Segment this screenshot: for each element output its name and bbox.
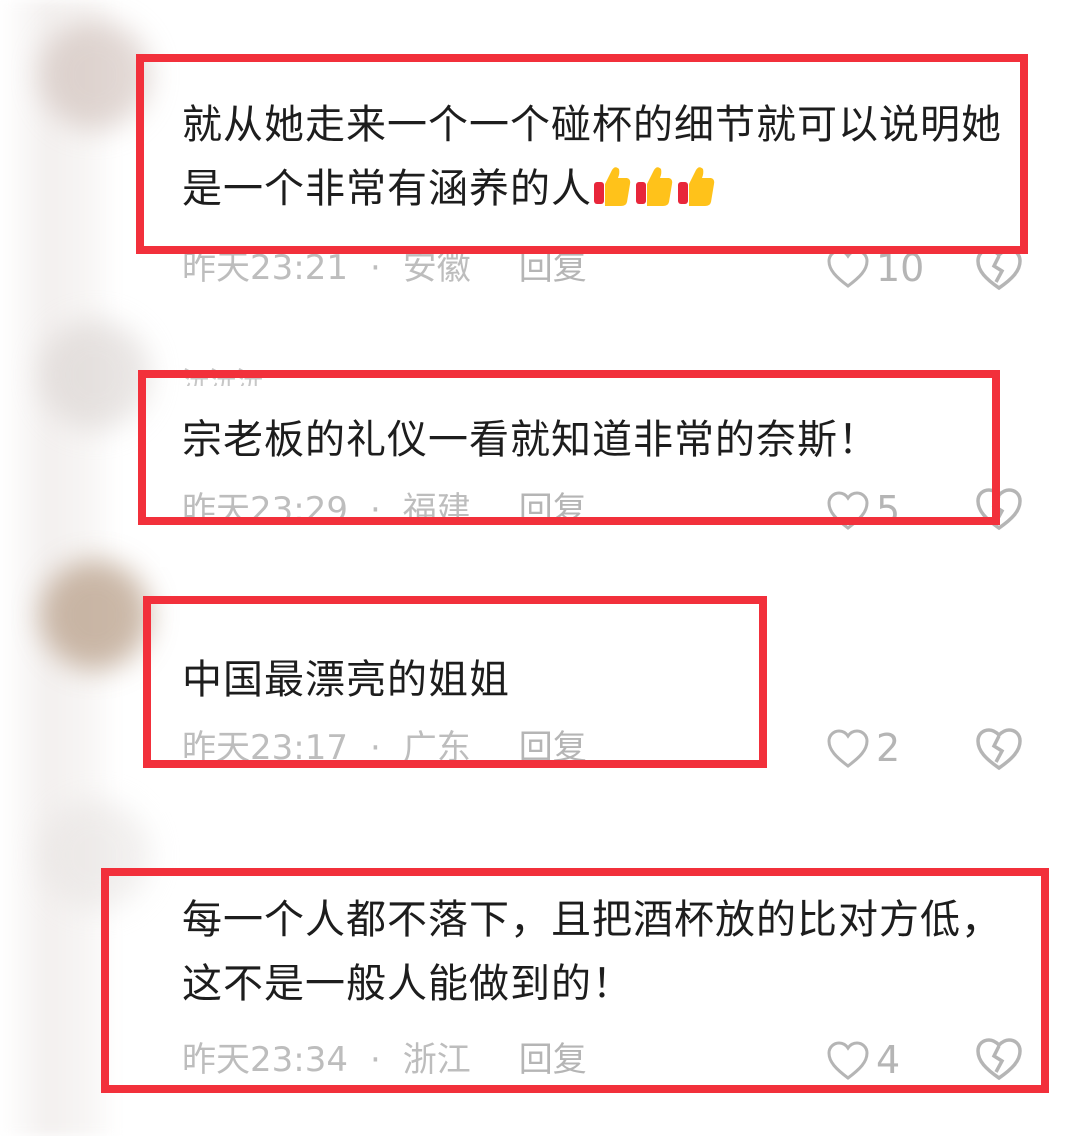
meta-crop-mask	[160, 762, 820, 812]
highlight-box	[143, 596, 767, 768]
highlight-box	[136, 54, 1028, 254]
like-count: 2	[876, 726, 901, 770]
heart-icon	[827, 249, 869, 288]
avatar	[40, 320, 150, 430]
avatar	[40, 20, 150, 130]
highlight-box	[138, 370, 1000, 525]
heart-icon	[827, 729, 869, 768]
avatar	[40, 560, 150, 670]
highlight-box	[101, 868, 1049, 1093]
like-button[interactable]: 2	[826, 718, 900, 778]
dislike-button[interactable]	[974, 726, 1024, 772]
